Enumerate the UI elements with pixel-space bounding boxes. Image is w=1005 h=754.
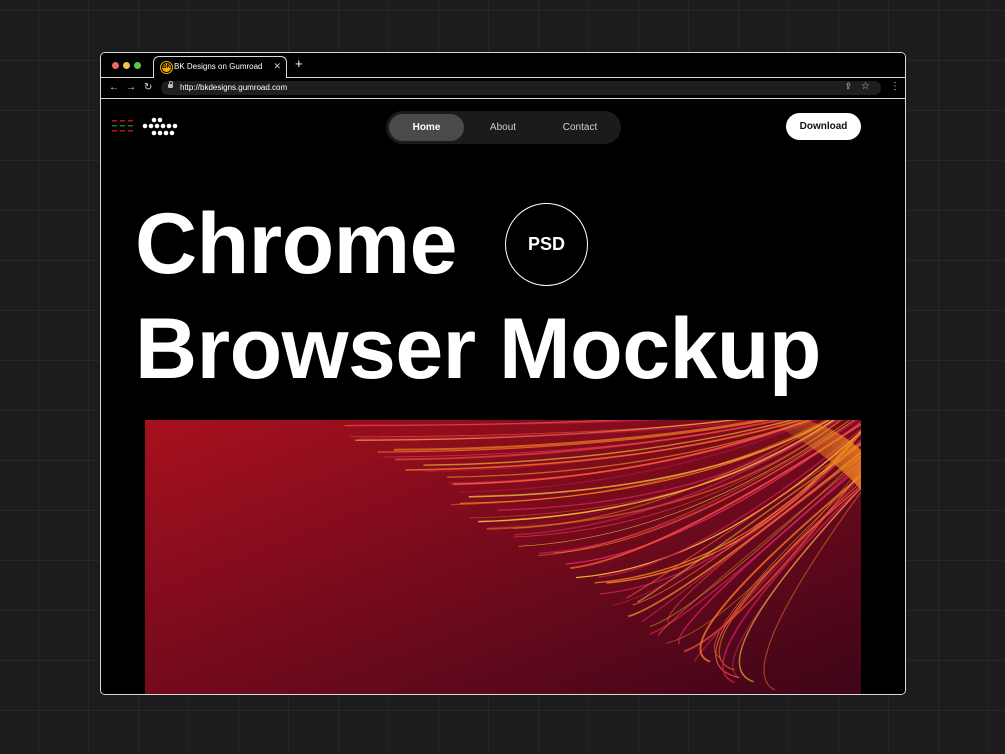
kebab-menu-icon[interactable]: ⋮ xyxy=(890,80,900,94)
nav-about-link[interactable]: About xyxy=(475,114,531,141)
close-icon[interactable]: ✕ xyxy=(273,61,281,72)
tab-bar: BK BK Designs on Gumroad ✕ + xyxy=(101,53,905,80)
url-text: http://bkdesigns.gumroad.com xyxy=(180,83,288,92)
headline-line-2: Browser Mockup xyxy=(135,301,821,397)
tab-title: BK Designs on Gumroad xyxy=(174,62,263,71)
page-viewport: Home About Contact Download Chrome PSD B… xyxy=(101,99,905,694)
star-icon[interactable]: ☆ xyxy=(861,81,870,92)
favicon-icon: BK xyxy=(161,62,172,73)
back-arrow-icon[interactable]: ← xyxy=(109,81,119,95)
site-logo[interactable] xyxy=(112,117,178,139)
share-icon[interactable]: ⇪ xyxy=(844,81,852,92)
forward-arrow-icon[interactable]: → xyxy=(126,81,136,95)
lock-icon xyxy=(168,81,173,88)
close-window-button[interactable] xyxy=(112,62,119,69)
nav-contact-link[interactable]: Contact xyxy=(546,114,614,141)
nav-home-link[interactable]: Home xyxy=(389,114,464,141)
download-button[interactable]: Download xyxy=(786,113,861,140)
browser-window: BK BK Designs on Gumroad ✕ + ← → ↻ http:… xyxy=(100,52,906,695)
maximize-window-button[interactable] xyxy=(134,62,141,69)
reload-icon[interactable]: ↻ xyxy=(144,81,152,95)
main-navigation: Home About Contact xyxy=(386,111,621,144)
minimize-window-button[interactable] xyxy=(123,62,130,69)
hero-image xyxy=(145,420,861,694)
new-tab-button[interactable]: + xyxy=(295,57,303,71)
url-field[interactable]: http://bkdesigns.gumroad.com ⇪ ☆ xyxy=(161,81,881,95)
headline-line-1: Chrome xyxy=(135,196,457,292)
browser-tab[interactable]: BK BK Designs on Gumroad ✕ xyxy=(153,56,287,80)
address-bar: ← → ↻ http://bkdesigns.gumroad.com ⇪ ☆ ⋮ xyxy=(101,78,905,99)
psd-badge: PSD xyxy=(505,203,588,286)
